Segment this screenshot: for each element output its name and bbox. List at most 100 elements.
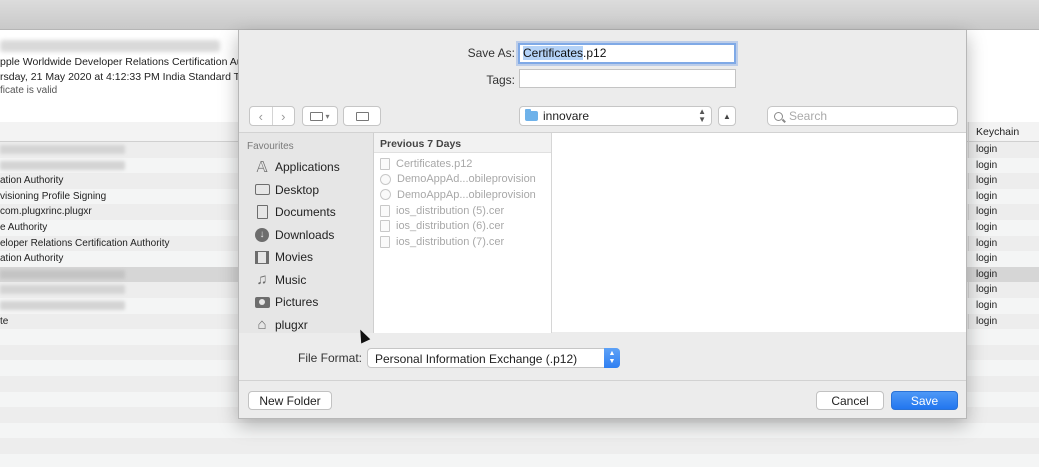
column-view-icon [310,111,324,121]
table-row-empty [0,422,1039,439]
certificate-status: ficate is valid [0,85,58,96]
row-keychain: login [976,206,998,218]
sidebar-item-movies[interactable]: Movies [254,247,313,267]
row-keychain: login [976,159,998,171]
row-keychain: login [976,175,998,187]
row-name: com.plugxrinc.plugxr [0,206,92,218]
pictures-icon [254,294,270,310]
save-as-selected-text: Certificates [523,46,584,60]
provision-icon [380,173,391,185]
forward-button[interactable]: › [271,107,295,125]
column-heading: Previous 7 Days [374,133,551,153]
sidebar-item-applications[interactable]: 𝔸 Applications [254,157,340,177]
sidebar-item-label: Pictures [275,295,319,309]
file-item[interactable]: DemoAppAd...obileprovision [380,172,536,188]
documents-icon [254,204,270,220]
location-popup[interactable]: innovare ▲ ▼ [519,106,712,126]
row-keychain: login [976,237,998,249]
keychain-column-header[interactable]: Keychain [976,126,1019,138]
blurred-row-name [0,145,125,154]
applications-icon: 𝔸 [256,159,268,176]
file-name: ios_distribution (7).cer [396,235,505,248]
table-row-empty [0,438,1039,454]
save-as-label: Save As: [467,46,515,60]
file-name: ios_distribution (5).cer [396,204,505,217]
file-icon [380,235,390,248]
save-as-input[interactable]: Certificates.p12 [518,43,736,64]
updown-arrows-icon: ▲ ▼ [604,348,620,368]
row-keychain: login [976,284,998,296]
file-item[interactable]: DemoAppAp...obileprovision [380,187,536,203]
new-folder-button[interactable]: New Folder [248,391,332,410]
back-button[interactable]: ‹ [250,107,272,125]
downloads-icon: ↓ [254,227,270,243]
divider [239,380,966,381]
sidebar-item-music[interactable]: ♫ Music [254,270,306,290]
cancel-button[interactable]: Cancel [816,391,884,410]
sidebar-item-pictures[interactable]: Pictures [254,292,318,312]
chevron-up-icon: ▲ [723,111,731,121]
expand-collapse-button[interactable]: ▲ [718,106,736,126]
row-name: visioning Profile Signing [0,190,107,202]
row-name: e Authority [0,222,48,233]
sidebar: Favourites 𝔸 Applications Desktop Docume… [239,133,374,333]
blurred-row-name [0,269,125,279]
file-item[interactable]: ios_distribution (5).cer [380,203,504,219]
row-keychain: login [976,190,998,202]
back-forward-buttons: ‹ › [249,106,295,126]
blurred-row-name [0,160,125,170]
certificate-issuer: pple Worldwide Developer Relations Certi… [0,56,252,68]
location-name: innovare [543,109,590,123]
certificate-expiry: rsday, 21 May 2020 at 4:12:33 PM India S… [0,71,251,83]
home-icon: ⌂ [257,316,267,333]
file-name: DemoAppAp...obileprovision [397,188,536,201]
file-format-popup[interactable]: Personal Information Exchange (.p12) ▲ ▼ [367,348,620,368]
blurred-certificate-name [0,40,220,52]
row-keychain: login [976,268,998,280]
sidebar-item-documents[interactable]: Documents [254,202,336,222]
row-keychain: login [976,222,998,233]
sidebar-heading: Favourites [247,141,294,152]
row-keychain: login [976,144,998,155]
desktop-icon [254,182,270,198]
row-keychain: login [976,253,998,265]
blurred-row-name [0,285,125,295]
tags-label: Tags: [486,73,515,87]
row-name: te [0,315,9,327]
sidebar-item-label: Applications [275,160,340,174]
row-keychain: login [976,300,998,311]
save-as-extension: .p12 [583,46,607,60]
sidebar-item-label: Downloads [275,227,335,242]
new-folder-icon [355,111,369,121]
row-name: ation Authority [0,175,64,187]
sidebar-item-label: Desktop [275,182,320,197]
save-button[interactable]: Save [891,391,958,410]
tags-input[interactable] [519,69,736,88]
search-field[interactable]: Search [767,106,958,126]
row-name: eloper Relations Certification Authority [0,237,170,249]
file-icon [380,157,390,170]
file-browser: Favourites 𝔸 Applications Desktop Docume… [239,132,966,333]
sidebar-item-label: Movies [275,250,314,264]
file-icon [380,204,390,217]
search-placeholder: Search [789,109,828,123]
file-icon [380,220,390,233]
background-window-titlebar [0,0,1039,30]
sidebar-item-downloads[interactable]: ↓ Downloads [254,225,334,245]
sidebar-item-plugxr[interactable]: ⌂ plugxr [254,315,308,335]
file-item[interactable]: Certificates.p12 [380,156,472,172]
file-item[interactable]: ios_distribution (7).cer [380,234,504,250]
provision-icon [380,189,391,201]
sidebar-item-desktop[interactable]: Desktop [254,180,319,200]
updown-arrows-icon: ▲ ▼ [698,107,706,124]
sidebar-item-label: plugxr [275,317,308,332]
blurred-row-name [0,301,125,310]
file-item[interactable]: ios_distribution (6).cer [380,218,504,234]
chevron-down-icon: ▾ [325,111,330,121]
file-column: Previous 7 Days Certificates.p12 DemoApp… [374,133,552,333]
new-folder-toolbar-button[interactable] [343,106,381,126]
movies-icon [254,249,270,265]
row-keychain: login [976,315,998,327]
file-name: DemoAppAd...obileprovision [397,173,536,186]
view-mode-button[interactable]: ▾ [302,106,338,126]
